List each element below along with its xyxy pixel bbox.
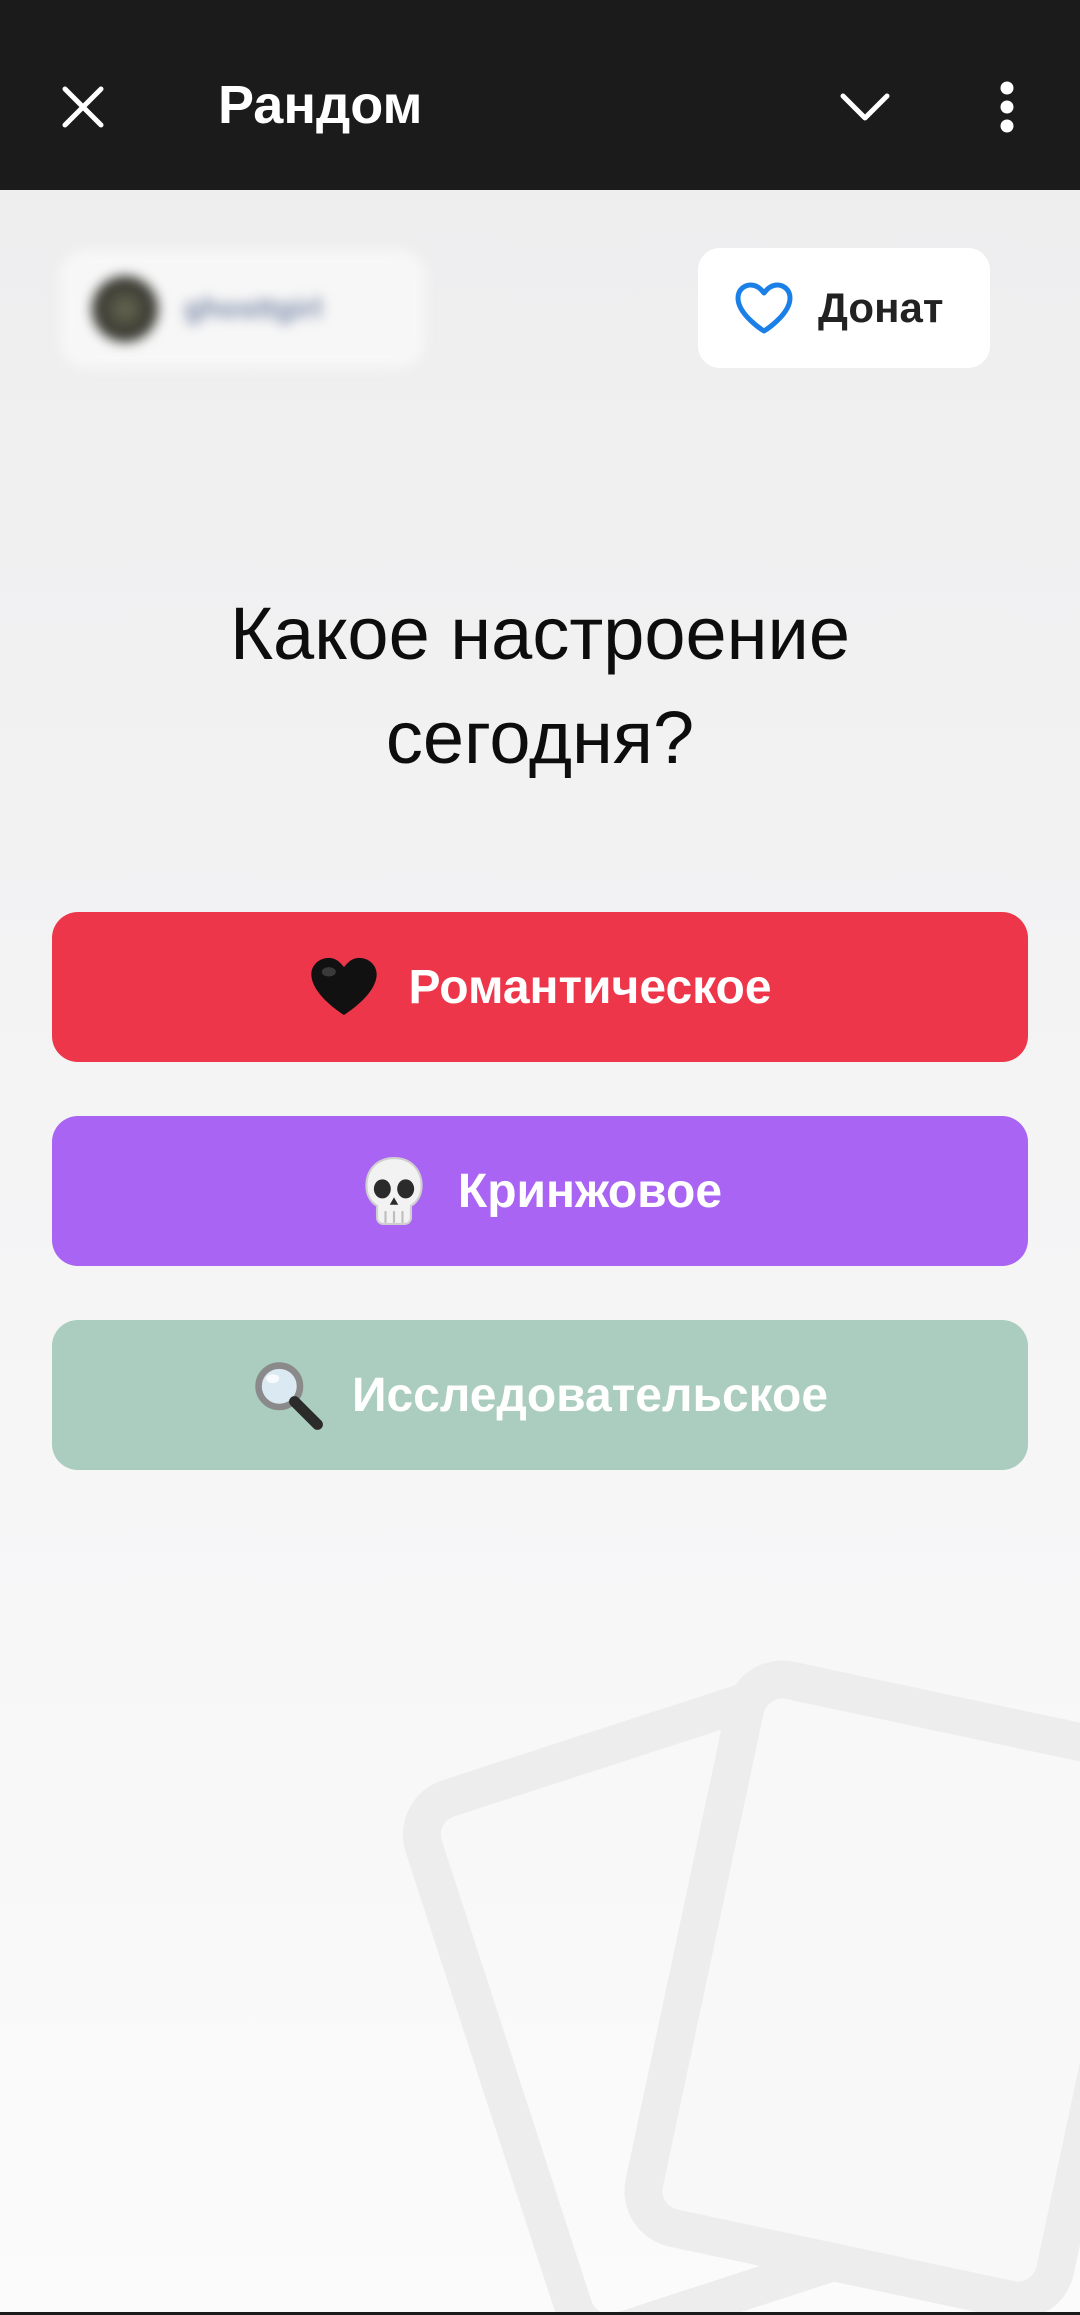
- mood-option-cringe[interactable]: Кринжовое: [52, 1116, 1028, 1266]
- mood-option-romantic[interactable]: Романтическое: [52, 912, 1028, 1062]
- close-icon: [62, 86, 104, 128]
- content-area: ghosttgirl Донат Какое настроение сегодн…: [0, 190, 1080, 2315]
- question-line-2: сегодня?: [385, 696, 695, 779]
- more-options-button[interactable]: [972, 72, 1042, 142]
- option-label: Исследовательское: [351, 1368, 829, 1422]
- question-heading: Какое настроение сегодня?: [0, 582, 1080, 790]
- username: ghosttgirl: [184, 292, 323, 325]
- chevron-down-icon: [840, 93, 890, 121]
- donate-button[interactable]: Донат: [698, 248, 990, 368]
- more-vertical-icon: [1000, 81, 1014, 133]
- avatar: [92, 276, 158, 342]
- top-app-bar: Рандом: [0, 0, 1080, 190]
- option-label: Романтическое: [408, 960, 772, 1014]
- skull-icon: [358, 1155, 430, 1227]
- question-line-1: Какое настроение: [229, 592, 851, 675]
- mood-option-explore[interactable]: Исследовательское: [52, 1320, 1028, 1470]
- collapse-button[interactable]: [830, 72, 900, 142]
- magnifying-glass-icon: [252, 1359, 324, 1431]
- user-profile-chip[interactable]: ghosttgirl: [60, 250, 425, 368]
- donate-label: Донат: [818, 284, 944, 331]
- option-label: Кринжовое: [457, 1164, 723, 1218]
- page-title: Рандом: [218, 75, 423, 135]
- black-heart-icon: [308, 951, 380, 1023]
- close-button[interactable]: [48, 72, 118, 142]
- heart-outline-icon: [735, 282, 793, 334]
